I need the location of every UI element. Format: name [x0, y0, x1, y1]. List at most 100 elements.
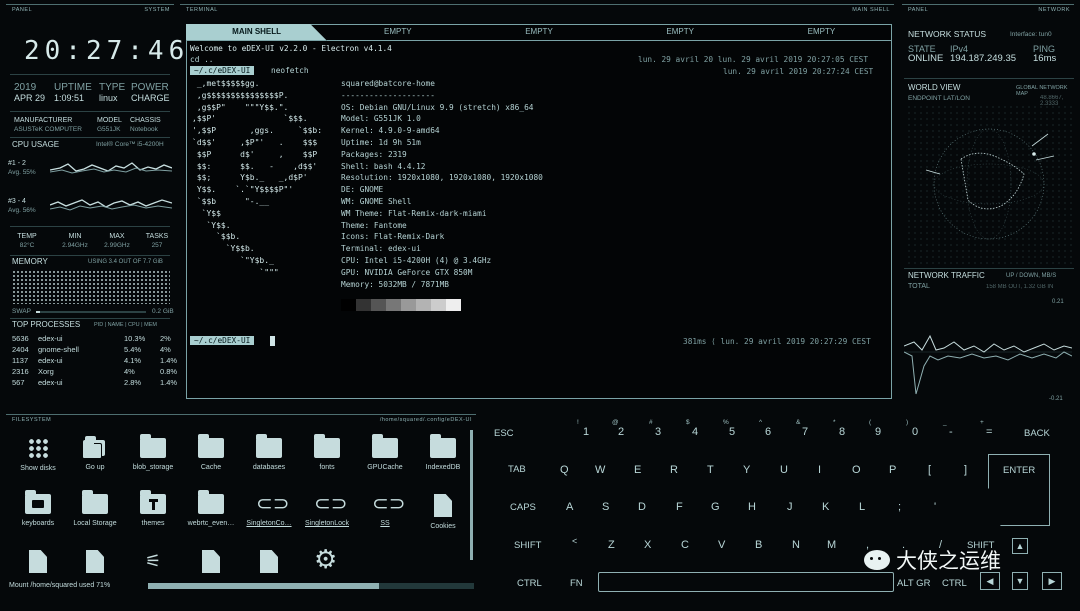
key-bracket-right[interactable]: ] — [964, 464, 967, 476]
key-ctrl-left[interactable]: CTRL — [517, 578, 542, 589]
key-g[interactable]: G — [711, 501, 720, 513]
key-f[interactable]: F — [676, 501, 683, 513]
file-icon[interactable] — [29, 550, 47, 573]
file-icon[interactable] — [202, 550, 220, 573]
key-z[interactable]: Z — [608, 539, 615, 551]
fs-item-cookies[interactable]: Cookies — [414, 494, 472, 530]
key-4[interactable]: $4 — [686, 419, 698, 438]
terminal-tabs: MAIN SHELL EMPTY EMPTY EMPTY EMPTY — [186, 24, 893, 41]
key-0[interactable]: ) 0 — [906, 419, 918, 438]
key-enter[interactable]: ENTER — [988, 454, 1050, 526]
key-quote[interactable]: ' — [934, 501, 936, 513]
key-h[interactable]: H — [748, 501, 756, 513]
key-caps[interactable]: CAPS — [510, 502, 536, 513]
key-9[interactable]: (9 — [869, 419, 881, 438]
key-a[interactable]: A — [566, 501, 573, 513]
key-n[interactable]: N — [792, 539, 800, 551]
key-i[interactable]: I — [818, 464, 821, 476]
fs-item-ss[interactable]: ⊂⊃ SS — [356, 494, 414, 527]
settings-file-icon[interactable]: ⚟ — [145, 550, 165, 573]
key-char: 6 — [765, 426, 772, 438]
fs-item-webrtc[interactable]: webrtc_even… — [182, 490, 240, 527]
key-t[interactable]: T — [707, 464, 714, 476]
fs-item-indexeddb[interactable]: IndexedDB — [414, 434, 472, 471]
key-m[interactable]: M — [827, 539, 836, 551]
key-equals[interactable]: + = — [980, 419, 992, 438]
key-b[interactable]: B — [755, 539, 762, 551]
key-backspace[interactable]: BACK — [1024, 428, 1050, 439]
key-q[interactable]: Q — [560, 464, 569, 476]
fs-item-databases[interactable]: databases — [240, 434, 298, 471]
tab-empty-2[interactable]: EMPTY — [468, 24, 610, 41]
key-shift-left[interactable]: SHIFT — [514, 540, 541, 551]
file-icon[interactable] — [260, 550, 278, 573]
key-arrow-up[interactable]: ▲ — [1012, 538, 1028, 554]
key-c[interactable]: C — [681, 539, 689, 551]
key-p[interactable]: P — [889, 464, 896, 476]
globe-map[interactable] — [906, 104, 1072, 264]
fs-item-themes[interactable]: themes — [124, 490, 182, 527]
process-row[interactable]: 2316 Xorg 4% 0.8% — [12, 367, 177, 378]
fs-item-show-disks[interactable]: Show disks — [9, 438, 67, 472]
key-v[interactable]: V — [718, 539, 725, 551]
key-e[interactable]: E — [634, 464, 641, 476]
key-w[interactable]: W — [595, 464, 605, 476]
key-ctrl-right[interactable]: CTRL — [942, 578, 967, 589]
key-alt-gr[interactable]: ALT GR — [897, 578, 930, 589]
fs-item-blob-storage[interactable]: blob_storage — [124, 434, 182, 471]
key-arrow-down[interactable]: ▼ — [1012, 572, 1028, 590]
key-o[interactable]: O — [852, 464, 861, 476]
key-6[interactable]: ^ 6 — [759, 419, 772, 438]
tab-empty-3[interactable]: EMPTY — [609, 24, 751, 41]
fs-item-gpucache[interactable]: GPUCache — [356, 434, 414, 471]
key-less-than[interactable]: < — [572, 536, 577, 546]
process-row[interactable]: 5636 edex-ui 10.3% 2% — [12, 334, 172, 345]
swap-label: SWAP — [12, 308, 31, 315]
key-1[interactable]: ! 1 — [577, 419, 589, 438]
key-7[interactable]: & 7 — [796, 419, 808, 438]
process-row[interactable]: 2404 gnome-shell 5.4% 4% — [12, 345, 172, 356]
key-5[interactable]: % 5 — [723, 419, 735, 438]
key-fn[interactable]: FN — [570, 578, 583, 589]
key-r[interactable]: R — [670, 464, 678, 476]
key-s[interactable]: S — [602, 501, 609, 513]
filesystem-path: /home/squared/.config/eDEX-UI — [379, 417, 472, 423]
key-x[interactable]: X — [644, 539, 651, 551]
key-k[interactable]: K — [822, 501, 829, 513]
key-y[interactable]: Y — [743, 464, 750, 476]
key-minus[interactable]: _ - — [943, 419, 953, 438]
key-bracket-left[interactable]: [ — [928, 464, 931, 476]
fs-item-local-storage[interactable]: Local Storage — [66, 490, 124, 527]
key-u[interactable]: U — [780, 464, 788, 476]
debian-ascii-logo: _,met$$$$$gg. ,g$$$$$$$$$$$$$$$P. ,g$$P"… — [192, 79, 323, 277]
key-d[interactable]: D — [638, 501, 646, 513]
key-8[interactable]: * 8 — [833, 419, 845, 438]
key-shift-char: + — [980, 419, 984, 426]
tab-empty-1[interactable]: EMPTY — [327, 24, 469, 41]
file-icon[interactable] — [86, 550, 104, 573]
fs-item-go-up[interactable]: Go up — [66, 436, 124, 471]
key-esc[interactable]: ESC — [494, 428, 514, 439]
fs-item-fonts[interactable]: fonts — [298, 434, 356, 471]
process-row[interactable]: 1137 edex-ui 4.1% 1.4% — [12, 356, 177, 367]
fs-item-cache[interactable]: Cache — [182, 434, 240, 471]
key-shift-char: # — [649, 419, 653, 426]
key-arrow-right[interactable]: ▶ — [1042, 572, 1062, 590]
fs-item-singletonlock[interactable]: ⊂⊃ SingletonLock — [298, 494, 356, 527]
ping-value: 16ms — [1033, 53, 1057, 64]
key-2[interactable]: @2 — [612, 419, 624, 438]
fs-item-singletoncookie[interactable]: ⊂⊃ SingletonCo… — [240, 494, 298, 527]
fs-item-keyboards[interactable]: keyboards — [9, 490, 67, 527]
tab-empty-4[interactable]: EMPTY — [750, 24, 893, 41]
key-semicolon[interactable]: ; — [898, 501, 901, 513]
max-label: MAX — [109, 233, 125, 240]
tab-main-shell[interactable]: MAIN SHELL — [186, 24, 328, 41]
key-tab[interactable]: TAB — [508, 464, 526, 475]
key-j[interactable]: J — [787, 501, 793, 513]
key-l[interactable]: L — [859, 501, 865, 513]
key-shift-char: ( — [869, 419, 872, 426]
process-row[interactable]: 567 edex-ui 2.8% 1.4% — [12, 378, 177, 389]
key-space[interactable] — [598, 572, 894, 592]
gear-icon[interactable]: ⚙ — [314, 546, 337, 572]
key-3[interactable]: #3 — [649, 419, 661, 438]
